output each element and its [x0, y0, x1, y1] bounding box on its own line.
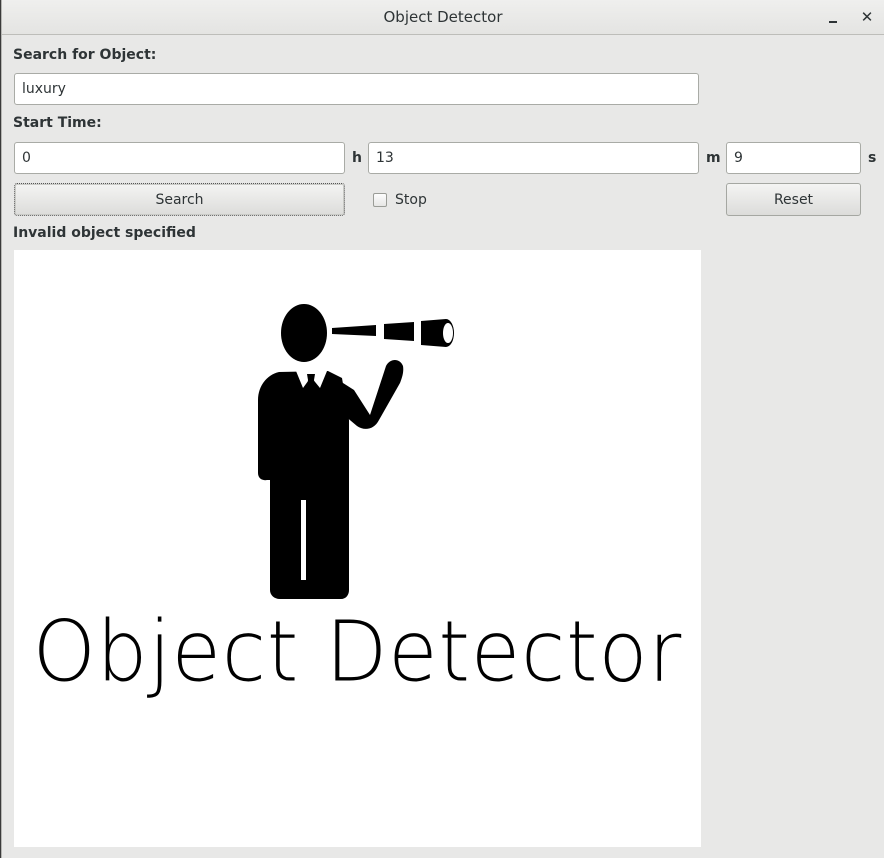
minutes-unit-label: m	[706, 150, 721, 166]
seconds-unit-label: s	[868, 150, 877, 166]
close-button[interactable]: ✕	[856, 6, 878, 28]
hours-input[interactable]: 0	[14, 142, 345, 174]
minimize-icon	[829, 11, 837, 23]
hours-unit-label: h	[352, 150, 362, 166]
seconds-input[interactable]: 9	[726, 142, 861, 174]
reset-button[interactable]: Reset	[726, 183, 861, 216]
minutes-input[interactable]: 13	[368, 142, 699, 174]
preview-image: Object Detector	[14, 250, 701, 847]
close-icon: ✕	[860, 8, 874, 26]
start-time-label: Start Time:	[13, 115, 102, 131]
man-with-telescope-icon	[258, 304, 454, 599]
status-message: Invalid object specified	[13, 225, 196, 241]
window-title: Object Detector	[383, 8, 503, 26]
search-button[interactable]: Search	[14, 183, 345, 216]
title-bar[interactable]: Object Detector ✕	[2, 0, 884, 35]
logo-text: Object Detector	[32, 602, 683, 701]
stop-label: Stop	[395, 192, 427, 208]
stop-checkbox-row[interactable]: Stop	[373, 190, 427, 210]
stop-checkbox[interactable]	[373, 193, 387, 207]
minimize-button[interactable]	[822, 6, 844, 28]
search-label: Search for Object:	[13, 47, 157, 63]
search-input[interactable]: luxury	[14, 73, 699, 105]
app-window: Object Detector ✕ Search for Object: lux…	[1, 0, 884, 858]
